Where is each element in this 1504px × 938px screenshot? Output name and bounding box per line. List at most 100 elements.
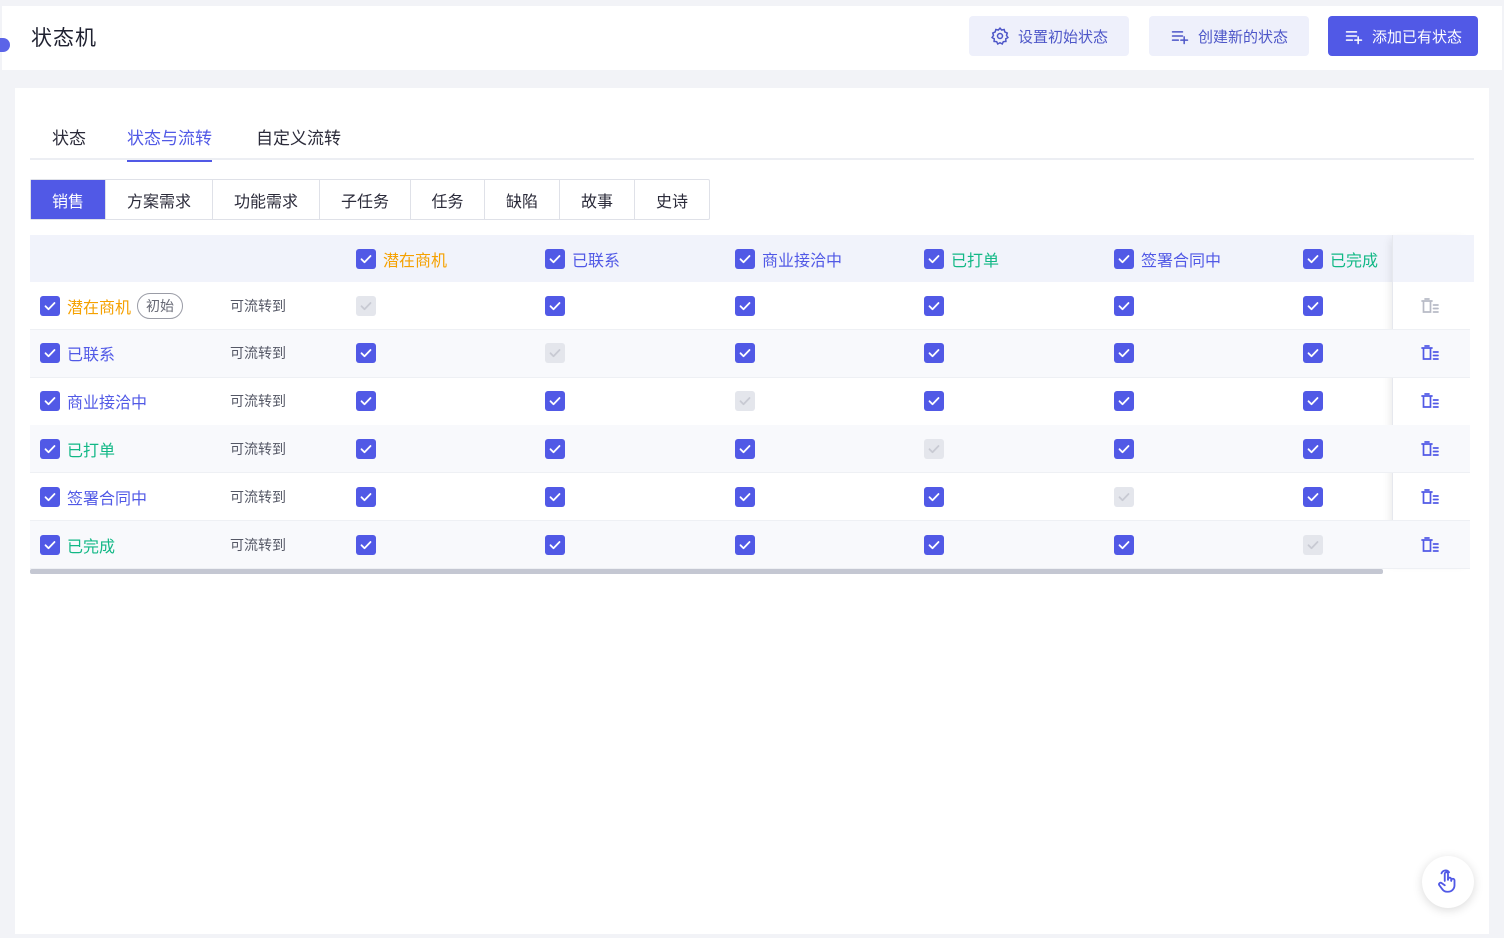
row-state-name: 商业接洽中 — [67, 393, 148, 413]
transition-checkbox[interactable] — [924, 295, 944, 316]
transition-checkbox[interactable] — [545, 391, 565, 412]
column-select-checkbox[interactable] — [1114, 248, 1134, 269]
type-option-task[interactable]: 任务 — [411, 180, 485, 219]
table-row: 已联系 可流转到 — [30, 329, 1470, 378]
transition-checkbox[interactable] — [1114, 295, 1134, 316]
row-select-checkbox[interactable] — [40, 486, 60, 507]
transition-checkbox[interactable] — [735, 295, 755, 316]
flow-label: 可流转到 — [230, 394, 286, 411]
transition-cell — [356, 521, 376, 568]
transition-checkbox[interactable] — [924, 343, 944, 364]
transition-checkbox[interactable] — [356, 343, 376, 364]
row-state-name: 已联系 — [67, 345, 116, 365]
row-state-cell: 商业接洽中 — [40, 378, 147, 425]
delete-cell — [1420, 378, 1440, 425]
transition-cell — [356, 473, 376, 520]
column-header: 签署合同中 — [1114, 235, 1221, 282]
transition-checkbox[interactable] — [924, 486, 944, 507]
transition-checkbox[interactable] — [1114, 343, 1134, 364]
transition-checkbox — [545, 343, 565, 364]
transition-checkbox[interactable] — [924, 391, 944, 412]
type-option-feature-req[interactable]: 功能需求 — [213, 180, 320, 219]
row-select-checkbox[interactable] — [40, 438, 60, 459]
transition-checkbox[interactable] — [545, 486, 565, 507]
set-initial-state-button[interactable]: 设置初始状态 — [969, 16, 1129, 56]
column-select-checkbox[interactable] — [545, 248, 565, 269]
transition-cell — [545, 425, 565, 472]
type-option-bug[interactable]: 缺陷 — [485, 180, 560, 219]
type-option-subtask[interactable]: 子任务 — [320, 180, 411, 219]
table-row: 商业接洽中 可流转到 — [30, 378, 1470, 426]
transition-cell — [1114, 473, 1134, 520]
transition-checkbox[interactable] — [356, 438, 376, 459]
type-option-story[interactable]: 故事 — [560, 180, 635, 219]
delete-state-icon[interactable] — [1420, 535, 1440, 555]
delete-state-icon[interactable] — [1420, 391, 1440, 411]
delete-cell — [1420, 330, 1440, 377]
list-add-icon — [1171, 31, 1189, 45]
transition-checkbox[interactable] — [1114, 391, 1134, 412]
transition-cell — [1303, 521, 1323, 568]
flow-label: 可流转到 — [230, 489, 286, 506]
transition-cell — [1303, 473, 1323, 520]
create-new-state-button[interactable]: 创建新的状态 — [1149, 16, 1309, 56]
row-state-name: 签署合同中 — [67, 488, 148, 508]
add-existing-state-label: 添加已有状态 — [1371, 27, 1462, 46]
transition-checkbox[interactable] — [545, 438, 565, 459]
row-select-checkbox[interactable] — [40, 295, 60, 316]
main-card: 状态 状态与流转 自定义流转 销售 方案需求 功能需求 子任务 任务 缺陷 故事… — [15, 88, 1489, 934]
row-state-cell: 潜在商机 初始 — [40, 282, 184, 329]
type-option-solution-req[interactable]: 方案需求 — [106, 180, 213, 219]
transition-cell — [545, 330, 565, 377]
table-row: 签署合同中 可流转到 — [30, 473, 1470, 522]
gesture-help-button[interactable] — [1422, 856, 1474, 908]
row-select-checkbox[interactable] — [40, 534, 60, 555]
transition-checkbox[interactable] — [1303, 295, 1323, 316]
transition-checkbox[interactable] — [735, 534, 755, 555]
transition-cell — [545, 378, 565, 425]
add-existing-state-button[interactable]: 添加已有状态 — [1328, 16, 1478, 56]
row-state-name: 已完成 — [67, 536, 116, 556]
transition-checkbox[interactable] — [545, 295, 565, 316]
column-select-checkbox[interactable] — [1303, 248, 1323, 269]
transition-checkbox[interactable] — [356, 486, 376, 507]
transition-checkbox[interactable] — [1303, 486, 1323, 507]
collapse-handle[interactable] — [0, 38, 10, 52]
transition-checkbox[interactable] — [1303, 343, 1323, 364]
column-state-name: 已完成 — [1330, 250, 1379, 270]
transition-checkbox[interactable] — [1303, 438, 1323, 459]
column-state-name: 已打单 — [951, 250, 1000, 270]
transition-checkbox[interactable] — [735, 438, 755, 459]
transition-checkbox[interactable] — [924, 534, 944, 555]
delete-state-icon[interactable] — [1420, 439, 1440, 459]
transition-cell — [1114, 378, 1134, 425]
horizontal-scrollbar[interactable] — [30, 569, 1383, 574]
row-select-checkbox[interactable] — [40, 343, 60, 364]
tab-states[interactable]: 状态 — [52, 124, 86, 160]
tab-bar: 状态 状态与流转 自定义流转 — [30, 108, 1474, 162]
transition-checkbox — [924, 438, 944, 459]
transition-cell — [1303, 282, 1323, 329]
transition-checkbox[interactable] — [1114, 438, 1134, 459]
row-select-checkbox[interactable] — [40, 391, 60, 412]
transition-checkbox[interactable] — [1114, 534, 1134, 555]
transition-checkbox[interactable] — [356, 391, 376, 412]
transition-checkbox[interactable] — [1303, 391, 1323, 412]
column-select-checkbox[interactable] — [356, 248, 376, 269]
transition-checkbox[interactable] — [356, 534, 376, 555]
flow-label: 可流转到 — [230, 298, 286, 315]
transition-checkbox[interactable] — [735, 486, 755, 507]
transition-checkbox[interactable] — [545, 534, 565, 555]
column-header: 已联系 — [545, 235, 620, 282]
delete-state-icon[interactable] — [1420, 487, 1440, 507]
tab-states-and-flows[interactable]: 状态与流转 — [127, 124, 212, 162]
tab-custom-flows[interactable]: 自定义流转 — [256, 124, 341, 160]
transition-cell — [924, 521, 944, 568]
column-select-checkbox[interactable] — [735, 248, 755, 269]
column-select-checkbox[interactable] — [924, 248, 944, 269]
transition-checkbox[interactable] — [735, 343, 755, 364]
type-option-sales[interactable]: 销售 — [31, 180, 106, 219]
delete-state-icon[interactable] — [1420, 343, 1440, 363]
transition-cell — [356, 282, 376, 329]
type-option-epic[interactable]: 史诗 — [635, 180, 709, 219]
